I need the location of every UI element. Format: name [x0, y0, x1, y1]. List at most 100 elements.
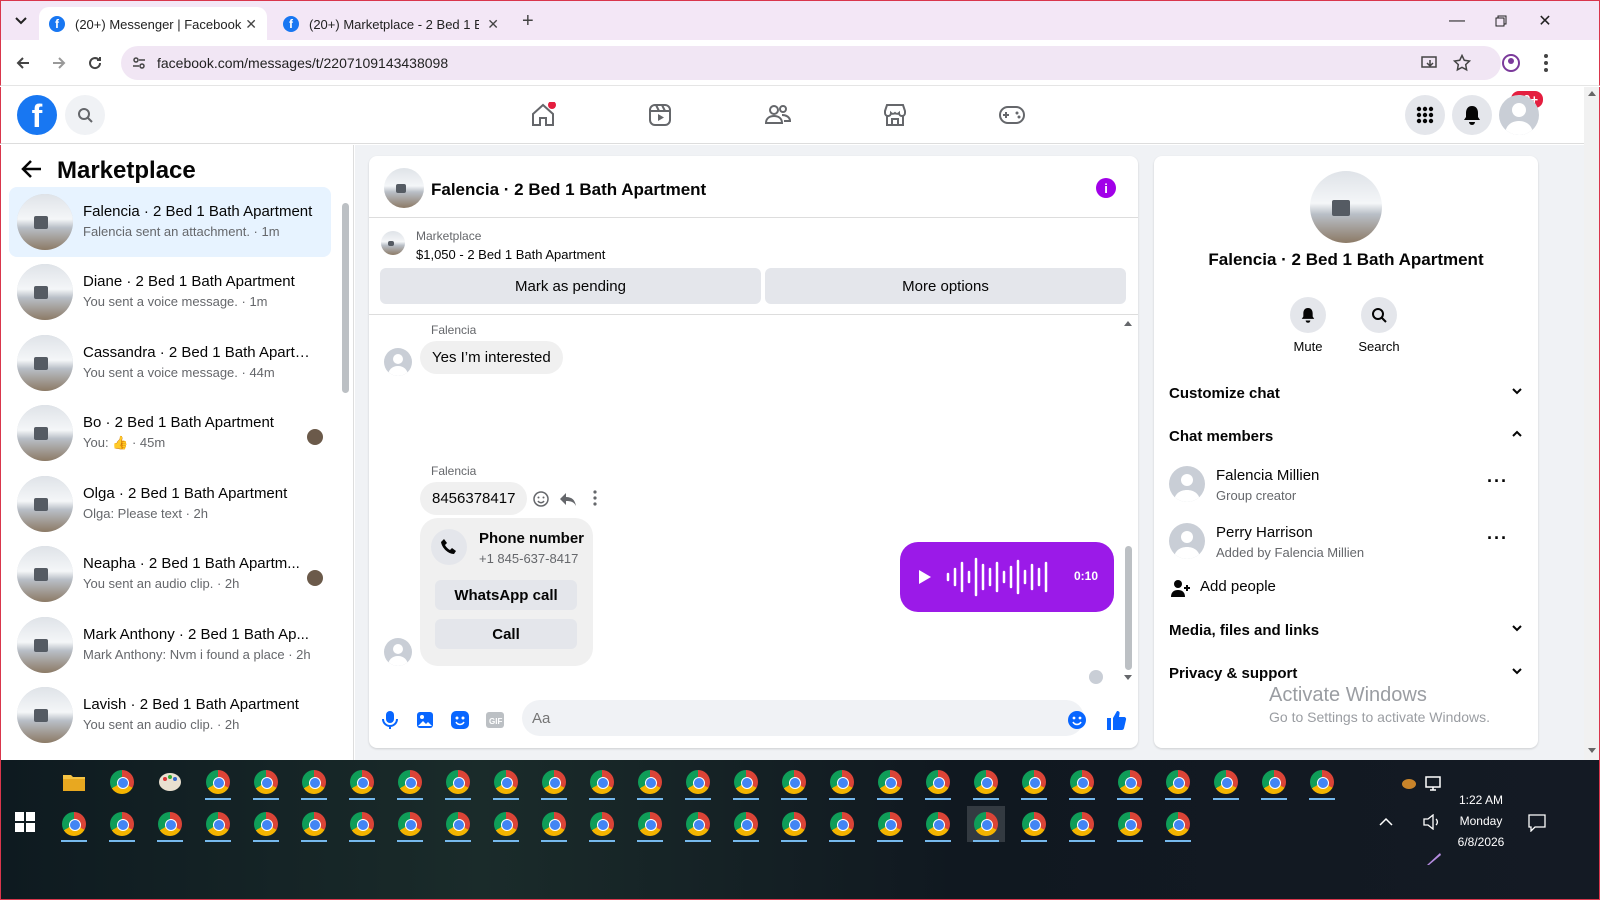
chrome-profile-taskbar-icon[interactable] — [295, 764, 333, 800]
chat-members-section[interactable]: Chat members — [1169, 428, 1523, 445]
sidebar-scrollbar[interactable] — [342, 203, 349, 393]
chrome-profile-taskbar-icon[interactable] — [487, 764, 525, 800]
notifications-button[interactable] — [1452, 95, 1492, 135]
chrome-profile-taskbar-icon[interactable] — [103, 806, 141, 842]
chrome-profile-taskbar-icon[interactable] — [1159, 806, 1197, 842]
chrome-profile-taskbar-icon[interactable] — [1015, 764, 1053, 800]
scroll-down-icon[interactable] — [1123, 674, 1133, 682]
emoji-icon[interactable] — [1065, 708, 1089, 732]
nav-home[interactable] — [523, 95, 563, 135]
chevron-up-icon[interactable] — [1379, 817, 1393, 827]
member-row[interactable]: Perry Harrison Added by Falencia Millien… — [1169, 518, 1523, 568]
file-explorer-taskbar-icon[interactable] — [55, 764, 93, 800]
chrome-profile-taskbar-icon[interactable] — [919, 764, 957, 800]
system-clock[interactable]: 1:22 AM Monday 6/8/2026 — [1441, 790, 1521, 853]
nav-friends[interactable] — [758, 95, 798, 135]
media-files-links-section[interactable]: Media, files and links — [1169, 622, 1523, 639]
chrome-profile-taskbar-icon[interactable] — [247, 764, 285, 800]
chrome-profile-taskbar-icon[interactable] — [1303, 764, 1341, 800]
chrome-profile-taskbar-icon[interactable] — [439, 764, 477, 800]
sticker-icon[interactable] — [448, 708, 472, 732]
chrome-profile-taskbar-icon[interactable] — [1207, 764, 1245, 800]
scroll-down-icon[interactable] — [1587, 747, 1597, 755]
more-options-button[interactable]: More options — [765, 268, 1126, 304]
thumbs-up-icon[interactable] — [1104, 708, 1128, 732]
chat-avatar[interactable] — [384, 168, 424, 208]
new-tab-button[interactable]: + — [522, 11, 534, 31]
chrome-profile-taskbar-icon[interactable] — [631, 764, 669, 800]
install-app-icon[interactable] — [1421, 54, 1439, 72]
play-icon[interactable] — [918, 569, 932, 585]
chrome-profile-taskbar-icon[interactable] — [1063, 806, 1101, 842]
member-options-icon[interactable]: ··· — [1487, 528, 1508, 549]
mute-button[interactable]: Mute — [1288, 297, 1328, 354]
chrome-profile-taskbar-icon[interactable] — [535, 764, 573, 800]
back-arrow-icon[interactable] — [21, 159, 43, 179]
nav-video[interactable] — [640, 95, 680, 135]
back-button[interactable] — [11, 51, 35, 75]
conversation-item[interactable]: Falencia · 2 Bed 1 Bath Apartment Falenc… — [9, 187, 331, 257]
close-tab-icon[interactable]: ✕ — [487, 16, 499, 33]
chat-scrollbar[interactable] — [1125, 546, 1132, 670]
forward-button[interactable] — [47, 51, 71, 75]
details-avatar[interactable] — [1310, 171, 1382, 243]
chrome-profile-taskbar-icon[interactable] — [1015, 806, 1053, 842]
chrome-profile-taskbar-icon[interactable] — [199, 764, 237, 800]
whatsapp-call-button[interactable]: WhatsApp call — [435, 580, 577, 610]
reload-button[interactable] — [83, 51, 107, 75]
windows-start-icon[interactable] — [15, 812, 35, 832]
chrome-profile-taskbar-icon[interactable] — [967, 764, 1005, 800]
chrome-profile-taskbar-icon[interactable] — [439, 806, 477, 842]
chrome-profile-taskbar-icon[interactable] — [775, 806, 813, 842]
conversation-item[interactable]: Lavish · 2 Bed 1 Bath Apartment You sent… — [9, 680, 331, 750]
listing-thumbnail[interactable] — [381, 231, 405, 255]
pen-icon[interactable] — [1426, 852, 1442, 866]
mark-as-pending-button[interactable]: Mark as pending — [380, 268, 761, 304]
chrome-profile-taskbar-icon[interactable] — [631, 806, 669, 842]
more-menu-icon[interactable] — [1543, 53, 1549, 73]
page-scrollbar[interactable] — [1584, 87, 1600, 760]
close-window-button[interactable]: ✕ — [1533, 9, 1557, 33]
member-row[interactable]: Falencia Millien Group creator ··· — [1169, 461, 1523, 511]
chrome-profile-taskbar-icon[interactable] — [583, 764, 621, 800]
paint-taskbar-icon[interactable] — [151, 764, 189, 800]
chrome-profile-taskbar-icon[interactable] — [1159, 764, 1197, 800]
close-tab-icon[interactable]: ✕ — [245, 16, 257, 33]
chrome-profile-taskbar-icon[interactable] — [823, 806, 861, 842]
chrome-profile-taskbar-icon[interactable] — [391, 806, 429, 842]
chrome-profile-taskbar-icon[interactable] — [343, 806, 381, 842]
notification-center-icon[interactable] — [1528, 814, 1546, 832]
conversation-item[interactable]: Mark Anthony · 2 Bed 1 Bath Ap... Mark A… — [9, 610, 331, 680]
chrome-profile-taskbar-icon[interactable] — [199, 806, 237, 842]
privacy-support-section[interactable]: Privacy & support — [1169, 665, 1523, 682]
chrome-profile-taskbar-icon[interactable] — [487, 806, 525, 842]
profile-icon[interactable] — [1501, 53, 1521, 73]
browser-tab-messenger[interactable]: f (20+) Messenger | Facebook ✕ — [39, 7, 267, 41]
tray-app-icon[interactable] — [1401, 778, 1417, 790]
message-bubble[interactable]: 8456378417 — [420, 482, 528, 515]
chrome-profile-taskbar-icon[interactable] — [391, 764, 429, 800]
chrome-profile-taskbar-icon[interactable] — [679, 806, 717, 842]
chrome-profile-taskbar-icon[interactable] — [775, 764, 813, 800]
chrome-profile-taskbar-icon[interactable] — [871, 806, 909, 842]
chat-title[interactable]: Falencia · 2 Bed 1 Bath Apartment — [431, 180, 706, 200]
chrome-profile-taskbar-icon[interactable] — [55, 806, 93, 842]
info-icon[interactable]: i — [1096, 178, 1116, 198]
nav-marketplace[interactable] — [875, 95, 915, 135]
customize-chat-section[interactable]: Customize chat — [1169, 385, 1523, 402]
chrome-profile-taskbar-icon[interactable] — [727, 764, 765, 800]
browser-tab-marketplace[interactable]: f (20+) Marketplace - 2 Bed 1 Bat ✕ — [273, 7, 509, 41]
chrome-profile-taskbar-icon[interactable] — [1111, 764, 1149, 800]
maximize-button[interactable] — [1489, 9, 1513, 33]
conversation-item[interactable]: Neapha · 2 Bed 1 Bath Apartm... You sent… — [9, 539, 331, 609]
nav-gaming[interactable] — [992, 95, 1032, 135]
account-avatar[interactable] — [1499, 95, 1539, 135]
tab-search-button[interactable] — [11, 11, 31, 31]
reply-icon[interactable] — [559, 490, 577, 508]
chrome-profile-taskbar-icon[interactable] — [679, 764, 717, 800]
voice-message[interactable]: 0:10 — [900, 542, 1114, 612]
conversation-item[interactable]: Diane · 2 Bed 1 Bath Apartment You sent … — [9, 257, 331, 327]
react-emoji-icon[interactable] — [532, 490, 550, 508]
conversation-item[interactable]: Bo · 2 Bed 1 Bath Apartment You: 👍 · 45m — [9, 398, 331, 468]
photo-icon[interactable] — [413, 708, 437, 732]
